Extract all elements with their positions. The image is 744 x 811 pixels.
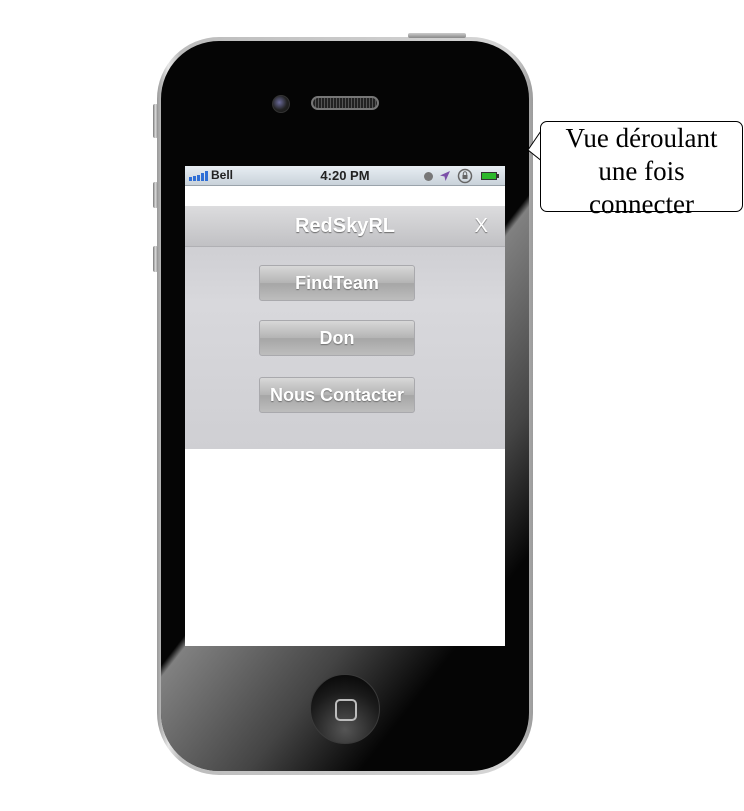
rotation-lock-icon bbox=[457, 168, 473, 184]
power-button bbox=[408, 33, 466, 38]
location-arrow-icon bbox=[440, 171, 450, 181]
dropdown-menu-panel: RedSkyRL X FindTeam Don Nous Contacter bbox=[185, 206, 505, 449]
don-button[interactable]: Don bbox=[259, 320, 415, 356]
app-title: RedSkyRL bbox=[294, 215, 396, 237]
mute-switch bbox=[153, 104, 158, 138]
callout-line-1: Vue déroulant bbox=[565, 123, 718, 153]
battery-icon bbox=[481, 172, 497, 180]
callout-line-2: une fois bbox=[598, 156, 685, 186]
status-bar: Bell 4:20 PM bbox=[185, 166, 505, 186]
nav-bar: RedSkyRL X bbox=[185, 206, 505, 247]
volume-up-button bbox=[153, 182, 158, 208]
phone-screen: Bell 4:20 PM RedSkyRL X FindTeam Don Nou… bbox=[185, 166, 505, 646]
home-button[interactable] bbox=[310, 674, 380, 744]
front-camera bbox=[272, 95, 290, 113]
volume-down-button bbox=[153, 246, 158, 272]
earpiece-speaker bbox=[311, 96, 379, 110]
home-square-icon bbox=[335, 699, 357, 721]
clock-icon bbox=[424, 172, 433, 181]
annotation-callout: Vue déroulant une fois connecter bbox=[540, 121, 743, 219]
contact-button[interactable]: Nous Contacter bbox=[259, 377, 415, 413]
findteam-button[interactable]: FindTeam bbox=[259, 265, 415, 301]
callout-line-3: connecter bbox=[589, 189, 694, 219]
battery-tip bbox=[497, 174, 499, 178]
close-button[interactable]: X bbox=[475, 215, 488, 238]
